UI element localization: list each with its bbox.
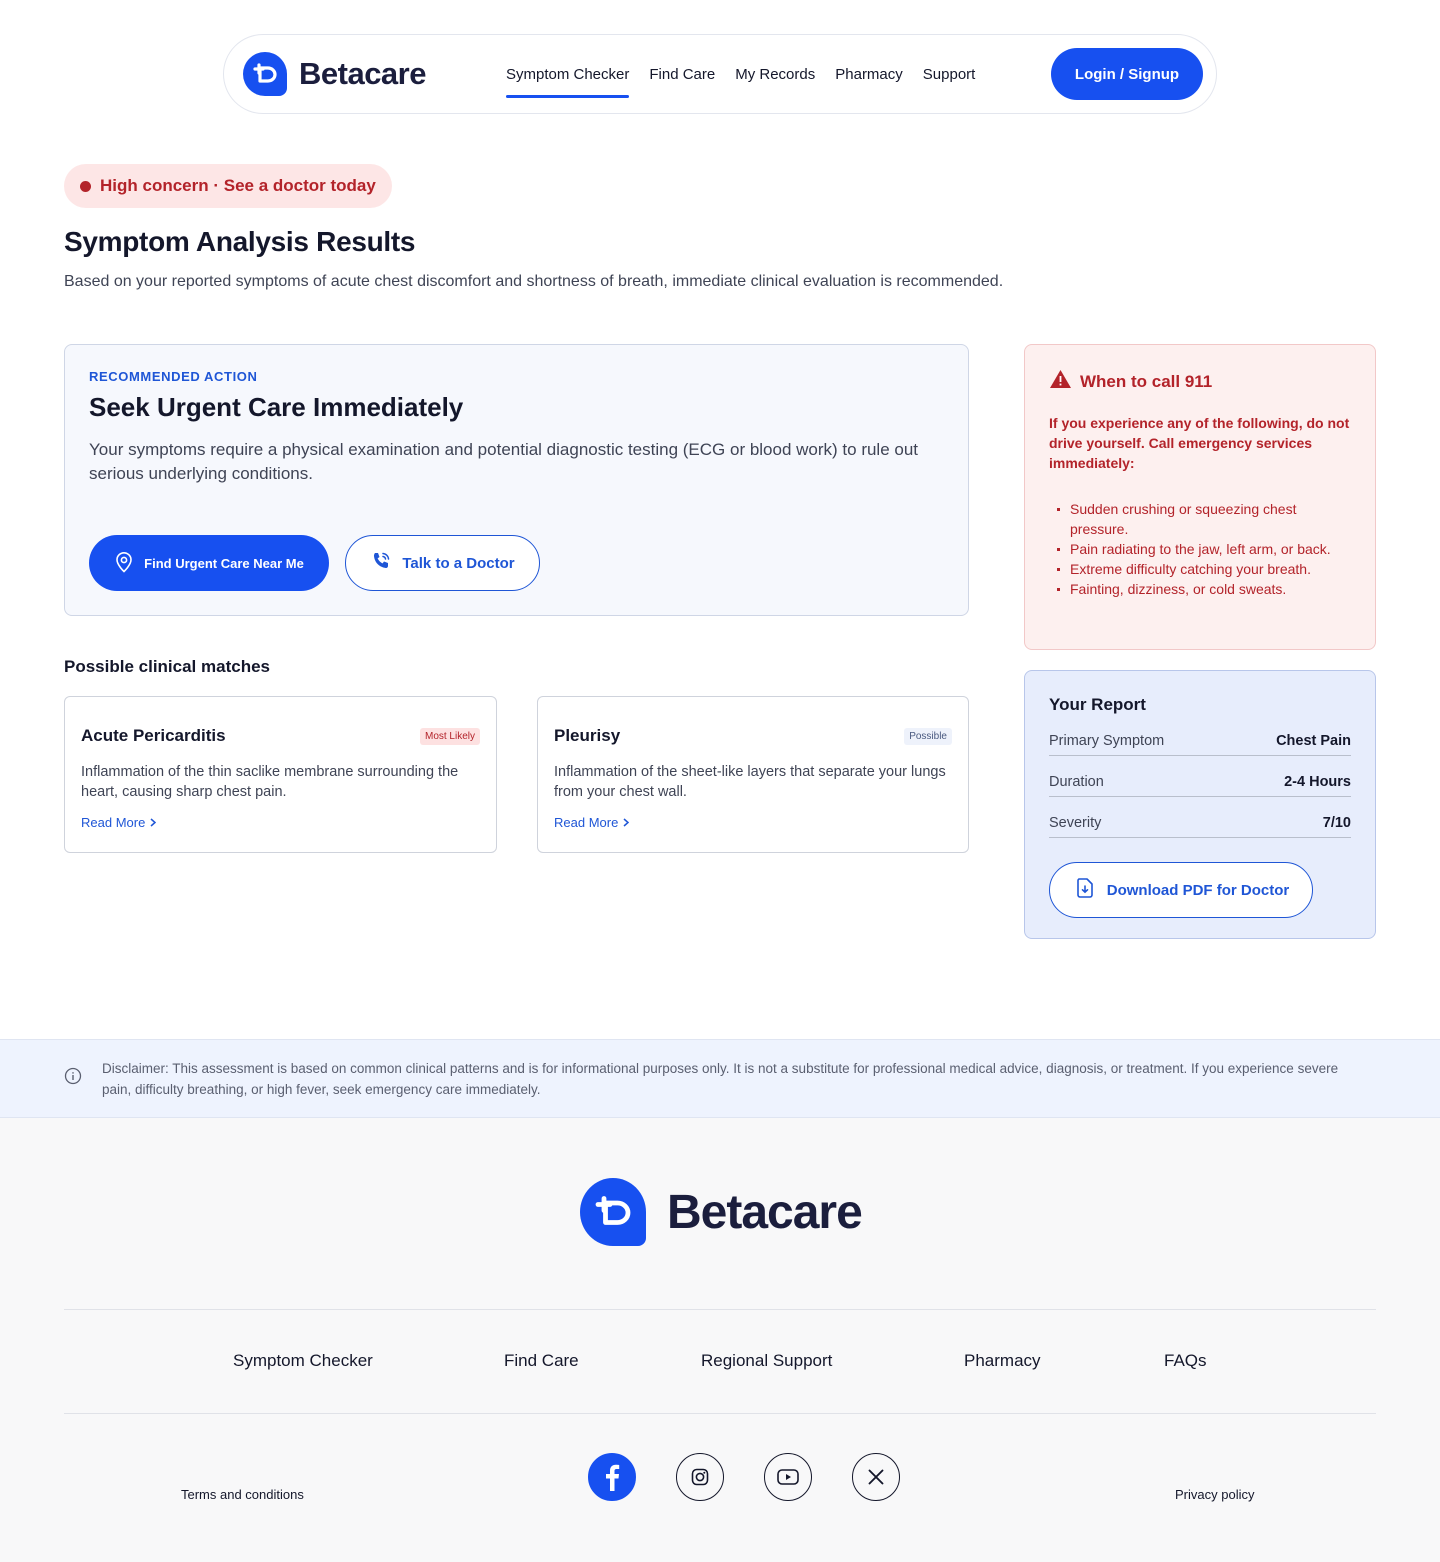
match-description: Inflammation of the thin saclike membran…	[81, 764, 459, 800]
read-more-label: Read More	[81, 815, 146, 830]
nav-find-care[interactable]: Find Care	[639, 34, 725, 114]
concern-badge: High concern · See a doctor today	[64, 164, 392, 208]
location-pin-icon	[114, 551, 134, 576]
youtube-icon[interactable]	[764, 1453, 812, 1501]
your-report-card: Your Report Primary Symptom Chest Pain D…	[1024, 670, 1376, 939]
recommended-action-card: RECOMMENDED ACTION Seek Urgent Care Imme…	[64, 344, 969, 616]
login-signup-button[interactable]: Login / Signup	[1051, 48, 1203, 100]
chevron-right-icon	[623, 815, 630, 830]
call-911-intro: If you experience any of the following, …	[1049, 415, 1350, 471]
brand-logo[interactable]: Betacare	[243, 52, 426, 96]
read-more-link[interactable]: Read More	[81, 815, 157, 830]
match-name: Pleurisy	[554, 726, 621, 745]
info-icon	[64, 1067, 82, 1090]
talk-to-doctor-button[interactable]: Talk to a Doctor	[345, 535, 540, 591]
footer-brand-name: Betacare	[667, 1185, 863, 1239]
x-icon[interactable]	[852, 1453, 900, 1501]
find-urgent-care-button[interactable]: Find Urgent Care Near Me	[89, 535, 329, 591]
betacare-logo-icon	[580, 1178, 646, 1246]
footer-divider	[64, 1413, 1376, 1414]
download-pdf-label: Download PDF for Doctor	[1106, 881, 1290, 899]
footer-link-pharmacy[interactable]: Pharmacy	[964, 1351, 1041, 1371]
brand-name: Betacare	[299, 56, 426, 91]
action-description: Your symptoms require a physical examina…	[89, 440, 919, 483]
find-urgent-care-label: Find Urgent Care Near Me	[144, 555, 304, 571]
footer: Betacare Symptom Checker Find Care Regio…	[0, 1118, 1440, 1562]
betacare-logo-icon	[243, 52, 287, 96]
report-row-primary-symptom: Primary Symptom Chest Pain	[1049, 715, 1351, 756]
read-more-label: Read More	[554, 815, 619, 830]
phone-icon	[370, 550, 392, 576]
action-buttons: Find Urgent Care Near Me Talk to a Docto…	[89, 535, 540, 591]
disclaimer-banner: Disclaimer: This assessment is based on …	[0, 1039, 1440, 1118]
terms-link[interactable]: Terms and conditions	[181, 1487, 304, 1502]
report-row-duration: Duration 2-4 Hours	[1049, 756, 1351, 797]
report-label: Primary Symptom	[1049, 733, 1165, 749]
nav-my-records[interactable]: My Records	[725, 34, 825, 114]
talk-to-doctor-label: Talk to a Doctor	[402, 554, 515, 572]
footer-link-faqs[interactable]: FAQs	[1164, 1351, 1207, 1371]
action-eyebrow: RECOMMENDED ACTION	[89, 369, 258, 384]
concern-text: High concern · See a doctor today	[100, 176, 376, 195]
footer-link-find-care[interactable]: Find Care	[504, 1351, 579, 1371]
report-row-severity: Severity 7/10	[1049, 797, 1351, 838]
main-nav: Symptom Checker Find Care My Records Pha…	[496, 34, 985, 114]
report-label: Duration	[1049, 774, 1104, 790]
report-value: 7/10	[1322, 815, 1351, 831]
match-card-acute-pericarditis: Acute Pericarditis Most Likely Inflammat…	[64, 696, 497, 853]
footer-brand-logo[interactable]: Betacare	[580, 1178, 863, 1246]
match-name: Acute Pericarditis	[81, 726, 226, 745]
privacy-link[interactable]: Privacy policy	[1175, 1487, 1254, 1502]
report-value: 2-4 Hours	[1284, 774, 1351, 790]
download-pdf-button[interactable]: Download PDF for Doctor	[1049, 862, 1313, 918]
list-item: Fainting, dizziness, or cold sweats.	[1049, 579, 1351, 599]
match-card-pleurisy: Pleurisy Possible Inflammation of the sh…	[537, 696, 969, 853]
page-subtitle: Based on your reported symptoms of acute…	[64, 273, 1004, 290]
footer-divider	[64, 1309, 1376, 1310]
footer-link-regional-support[interactable]: Regional Support	[701, 1351, 832, 1371]
facebook-icon[interactable]	[588, 1453, 636, 1501]
likelihood-badge: Possible	[904, 727, 952, 745]
disclaimer-text: Disclaimer: This assessment is based on …	[102, 1060, 1339, 1097]
footer-link-symptom-checker[interactable]: Symptom Checker	[233, 1351, 373, 1371]
report-value: Chest Pain	[1276, 733, 1351, 749]
list-item: Pain radiating to the jaw, left arm, or …	[1049, 539, 1351, 559]
file-download-icon	[1073, 876, 1097, 904]
matches-title: Possible clinical matches	[64, 657, 270, 676]
status-dot-icon	[80, 180, 91, 192]
nav-support[interactable]: Support	[913, 34, 986, 114]
call-911-title: When to call 911	[1080, 371, 1213, 391]
match-description: Inflammation of the sheet-like layers th…	[554, 764, 946, 800]
action-title: Seek Urgent Care Immediately	[89, 392, 464, 422]
nav-pharmacy[interactable]: Pharmacy	[825, 34, 913, 114]
instagram-icon[interactable]	[676, 1453, 724, 1501]
read-more-link[interactable]: Read More	[554, 815, 630, 830]
report-title: Your Report	[1049, 695, 1146, 714]
list-item: Sudden crushing or squeezing chest press…	[1049, 499, 1351, 539]
nav-symptom-checker[interactable]: Symptom Checker	[496, 34, 639, 114]
likelihood-badge: Most Likely	[419, 727, 480, 745]
top-navbar: Betacare Symptom Checker Find Care My Re…	[223, 34, 1217, 114]
list-item: Extreme difficulty catching your breath.	[1049, 559, 1351, 579]
warning-icon	[1049, 369, 1072, 394]
call-911-card: When to call 911 If you experience any o…	[1024, 344, 1376, 650]
emergency-symptom-list: Sudden crushing or squeezing chest press…	[1049, 499, 1351, 599]
chevron-right-icon	[150, 815, 157, 830]
report-label: Severity	[1049, 815, 1102, 831]
page-title: Symptom Analysis Results	[64, 226, 416, 257]
